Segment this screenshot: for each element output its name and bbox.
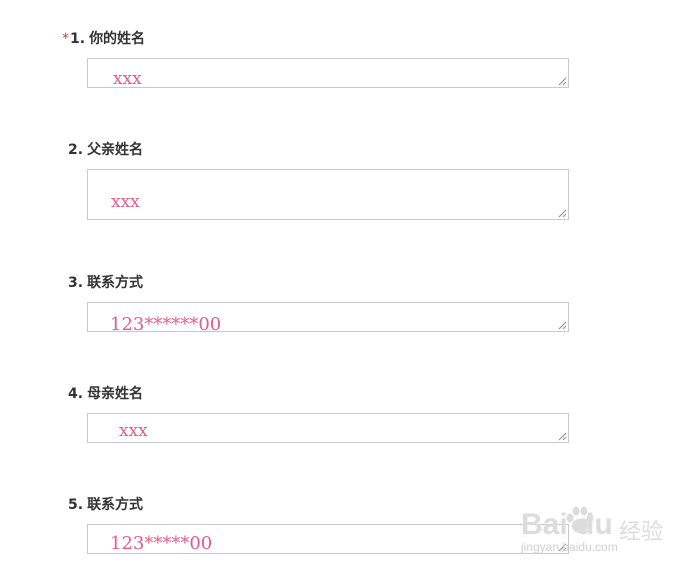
answer-value: xxx (111, 192, 140, 212)
answer-textarea-3[interactable]: 123******00 (87, 302, 569, 332)
question-3-title: 3. 联系方式 (68, 274, 143, 292)
question-number: 2. (68, 142, 84, 158)
watermark-jingyan: 经验 (619, 520, 664, 545)
watermark-url: jingyan.baidu.com (521, 540, 618, 554)
question-5-title: 5. 联系方式 (68, 496, 143, 514)
answer-textarea-1[interactable]: xxx (87, 58, 569, 88)
required-asterisk: * (62, 31, 69, 47)
resize-grip-icon[interactable] (558, 432, 567, 441)
question-number: 5. (68, 497, 84, 513)
answer-textarea-5[interactable]: 123*****00 (87, 524, 569, 554)
question-number: 1. (70, 31, 86, 47)
resize-grip-icon[interactable] (558, 321, 567, 330)
question-number: 4. (68, 386, 84, 402)
question-label: 父亲姓名 (87, 142, 144, 158)
question-label: 联系方式 (87, 497, 144, 513)
baidu-jingyan-watermark: Bai du 经验 jingyan.baidu.com (515, 500, 675, 560)
question-1-title: *1. 你的姓名 (62, 30, 145, 48)
question-number: 3. (68, 275, 84, 291)
question-label: 母亲姓名 (87, 386, 144, 402)
answer-value: xxx (119, 421, 148, 441)
answer-textarea-2[interactable]: xxx (87, 169, 569, 220)
paw-logo-icon (566, 506, 594, 533)
resize-grip-icon[interactable] (558, 77, 567, 86)
question-label: 你的姓名 (89, 31, 146, 47)
answer-value: 123*****00 (110, 533, 213, 554)
answer-textarea-4[interactable]: xxx (87, 413, 569, 443)
question-label: 联系方式 (87, 275, 144, 291)
answer-value: xxx (113, 69, 142, 88)
answer-value: 123******00 (110, 314, 222, 332)
question-2-title: 2. 父亲姓名 (68, 141, 143, 159)
question-4-title: 4. 母亲姓名 (68, 385, 143, 403)
resize-grip-icon[interactable] (558, 209, 567, 218)
